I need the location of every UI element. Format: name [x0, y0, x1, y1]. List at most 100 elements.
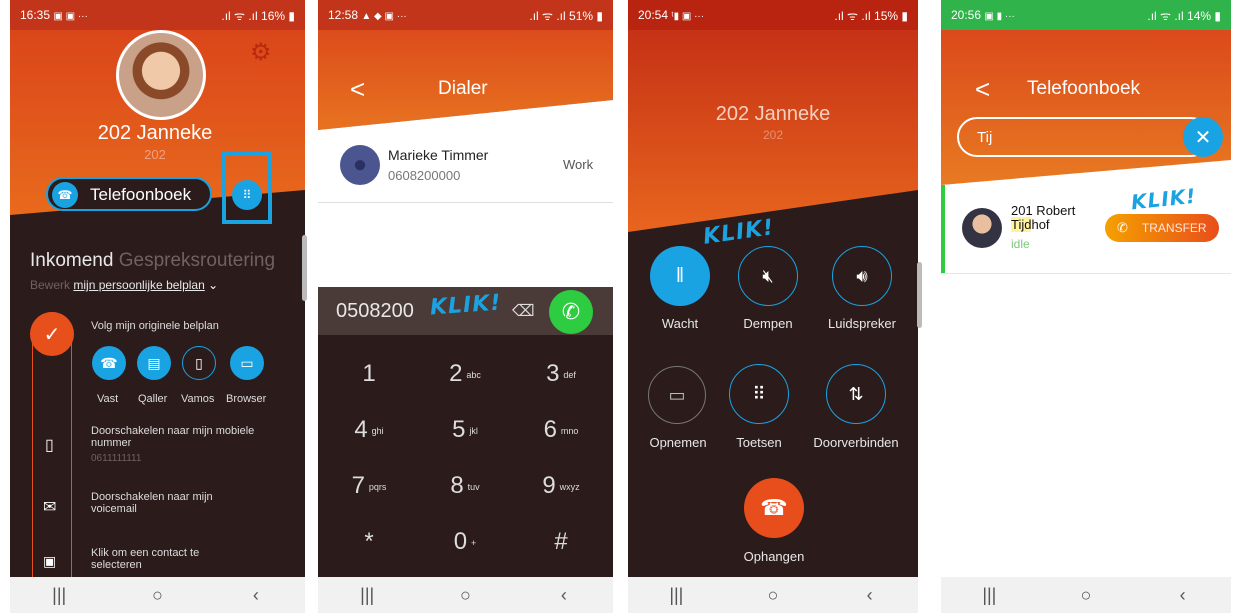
forward-voicemail-label[interactable]: Doorschakelen naar mijn voicemail [91, 491, 241, 515]
key-7[interactable]: 7 pqrs [334, 472, 404, 500]
dialpad-button[interactable]: ⠿ [232, 180, 262, 210]
caller-name: 202 Janneke [715, 103, 831, 125]
speaker-label: Luidspreker [828, 316, 896, 331]
browser-icon[interactable]: ▭ [230, 346, 264, 380]
key-star[interactable]: * [334, 528, 404, 556]
hangup-button[interactable]: ☎ [744, 478, 804, 538]
phone-screen-profile: 16:35 ▣ ▣ ··· .ıl ᯤ .ıl 16% ▮ ⚙ 202 Jann… [10, 0, 305, 613]
page-title: Telefoonboek [1027, 78, 1141, 99]
recents-icon[interactable]: ||| [352, 585, 382, 606]
settings-gear-icon[interactable]: ⚙ [250, 38, 272, 67]
key-0[interactable]: 0 + [430, 528, 500, 556]
battery-level: 16% [261, 8, 286, 23]
contact-card-icon[interactable]: ▣ [43, 553, 56, 570]
forward-mobile-label[interactable]: Doorschakelen naar mijn mobiele nummer [91, 425, 261, 449]
home-icon[interactable]: ○ [142, 585, 172, 606]
transfer-label: Doorverbinden [813, 435, 899, 450]
back-button[interactable]: < [975, 74, 990, 105]
key-hash[interactable]: # [526, 528, 596, 556]
scroll-handle[interactable] [917, 262, 922, 328]
phonebook-label: Telefoonboek [90, 185, 192, 204]
mobile-number: 0611111111 [91, 453, 142, 464]
page-title: Dialer [438, 78, 488, 99]
follow-plan-label: Volg mijn originele belplan [91, 320, 219, 332]
user-name: 202 Janneke [97, 122, 213, 144]
mobile-icon[interactable]: ▯ [182, 346, 216, 380]
status-bar: 12:58 ▲ ◆ ▣ ··· .ıl ᯤ .ıl 51% ▮ [318, 0, 613, 30]
hold-button[interactable]: ‖ [650, 246, 710, 306]
keypad-button[interactable]: ⠿ [729, 364, 789, 424]
search-field[interactable]: Tij [957, 117, 1211, 157]
routing-title-incoming: Inkomend [30, 250, 114, 271]
recents-icon[interactable]: ||| [44, 585, 74, 606]
back-icon[interactable]: ‹ [241, 585, 271, 606]
contact-avatar: ● [340, 145, 380, 185]
backspace-icon[interactable]: ⌫ [512, 301, 535, 321]
android-nav-bar: ||| ○ ‹ [628, 577, 918, 613]
edit-plan-row[interactable]: Bewerk mijn persoonlijke belplan ⌄ [30, 278, 218, 292]
key-3[interactable]: 3 def [526, 360, 596, 388]
android-nav-bar: ||| ○ ‹ [10, 577, 305, 613]
qaller-icon[interactable]: ▤ [137, 346, 171, 380]
search-input[interactable]: Tij [977, 129, 992, 146]
mobile-forward-icon[interactable]: ▯ [45, 435, 54, 455]
contact-type: Work [563, 157, 594, 172]
home-icon[interactable]: ○ [450, 585, 480, 606]
contact-name[interactable]: Marieke Timmer [388, 147, 488, 163]
status-time: 12:58 [328, 8, 359, 22]
clear-search-button[interactable]: ✕ [1183, 117, 1223, 157]
device-label-qaller: Qaller [138, 393, 168, 405]
device-label-browser: Browser [226, 393, 267, 405]
phonebook-button[interactable]: ☎ Telefoonboek [46, 177, 212, 211]
edit-plan-link[interactable]: mijn persoonlijke belplan [73, 278, 204, 292]
recents-icon[interactable]: ||| [661, 585, 691, 606]
selected-check-icon[interactable]: ✓ [30, 312, 74, 356]
key-9[interactable]: 9 wxyz [526, 472, 596, 500]
key-4[interactable]: 4 ghi [334, 416, 404, 444]
avatar [116, 30, 206, 120]
call-button[interactable]: ✆ [549, 290, 593, 334]
transfer-button[interactable]: ✆ TRANSFER [1105, 214, 1219, 242]
home-icon[interactable]: ○ [1071, 585, 1101, 606]
keypad-label: Toetsen [736, 435, 782, 450]
home-icon[interactable]: ○ [758, 585, 788, 606]
speaker-button[interactable]: 🔊︎ [832, 246, 892, 306]
back-icon[interactable]: ‹ [1168, 585, 1198, 606]
back-icon[interactable]: ‹ [855, 585, 885, 606]
klik-annotation: KLIK! [429, 290, 503, 321]
android-nav-bar: ||| ○ ‹ [941, 577, 1231, 613]
contact-status: idle [1011, 237, 1030, 251]
status-time: 20:54 [638, 8, 669, 22]
record-button[interactable]: ▭ [648, 366, 706, 424]
key-5[interactable]: 5 jkl [430, 416, 500, 444]
scroll-handle[interactable] [302, 235, 307, 301]
key-8[interactable]: 8 tuv [430, 472, 500, 500]
routing-title-routing: Gespreksroutering [118, 250, 276, 271]
phone-screen-call: 20:54 ᵗ▮ ▣ ··· .ıl ᯤ .ıl 15% ▮ 202 Janne… [628, 0, 918, 613]
key-1[interactable]: 1 [334, 360, 404, 388]
chevron-down-icon: ⌄ [208, 278, 219, 292]
back-icon[interactable]: ‹ [549, 585, 579, 606]
phone-icon: ✆ [1117, 220, 1128, 235]
key-2[interactable]: 2 abc [430, 360, 500, 388]
status-time: 16:35 [20, 8, 51, 22]
select-contact-label[interactable]: Klik om een contact te selecteren [91, 547, 241, 571]
key-6[interactable]: 6 mno [526, 416, 596, 444]
fixed-phone-icon[interactable]: ☎ [92, 346, 126, 380]
contact-name-last: Tijdhof [1011, 217, 1050, 232]
caller-extension: 202 [762, 128, 784, 142]
hangup-label: Ophangen [743, 549, 805, 564]
voicemail-icon[interactable]: ✉ [43, 497, 56, 517]
contact-avatar [962, 208, 1002, 248]
transfer-button[interactable]: ⇅ [826, 364, 886, 424]
recents-icon[interactable]: ||| [974, 585, 1004, 606]
battery-level: 15% [874, 8, 899, 23]
contact-panel-bg [318, 100, 613, 290]
routing-title: Inkomend Gespreksroutering [30, 250, 275, 272]
android-nav-bar: ||| ○ ‹ [318, 577, 613, 613]
mute-button[interactable]: 🔇︎ [738, 246, 798, 306]
phone-screen-phonebook: 20:56 ▣ ▮ ··· .ıl ᯤ .ıl 14% ▮ < Telefoon… [941, 0, 1231, 613]
status-time: 20:56 [951, 8, 982, 22]
dial-input[interactable]: 0508200 [336, 300, 414, 323]
mute-label: Dempen [743, 316, 793, 331]
